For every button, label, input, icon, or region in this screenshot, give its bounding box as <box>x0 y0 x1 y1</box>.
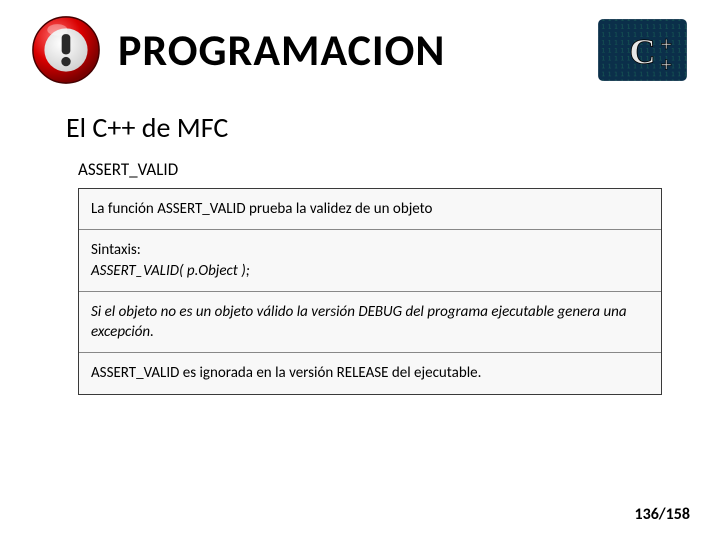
section-label: ASSERT_VALID <box>78 159 690 180</box>
slide-title: PROGRAMACION <box>118 23 445 77</box>
slide: PROGRAMACION 1 C + + El C++ de MFC ASSER… <box>0 0 720 540</box>
svg-text:C: C <box>629 31 655 71</box>
slide-header: PROGRAMACION 1 C + + <box>30 14 690 86</box>
box-row-release-note: ASSERT_VALID es ignorada en la versión R… <box>79 353 661 393</box>
slide-subtitle: El C++ de MFC <box>66 110 690 145</box>
syntax-label: Sintaxis: <box>91 240 649 260</box>
box-row-debug-note: Si el objeto no es un objeto válido la v… <box>79 292 661 354</box>
syntax-code: ASSERT_VALID( p.Object ); <box>91 261 649 281</box>
box-row-description: La función ASSERT_VALID prueba la valide… <box>79 189 661 230</box>
svg-text:+: + <box>660 34 672 56</box>
cpp-logo-icon: 1 C + + <box>595 14 690 86</box>
box-row-syntax: Sintaxis: ASSERT_VALID( p.Object ); <box>79 230 661 292</box>
alert-icon <box>30 14 102 86</box>
content-box: La función ASSERT_VALID prueba la valide… <box>78 188 662 395</box>
svg-text:+: + <box>660 54 672 76</box>
page-number: 136/158 <box>634 505 690 524</box>
